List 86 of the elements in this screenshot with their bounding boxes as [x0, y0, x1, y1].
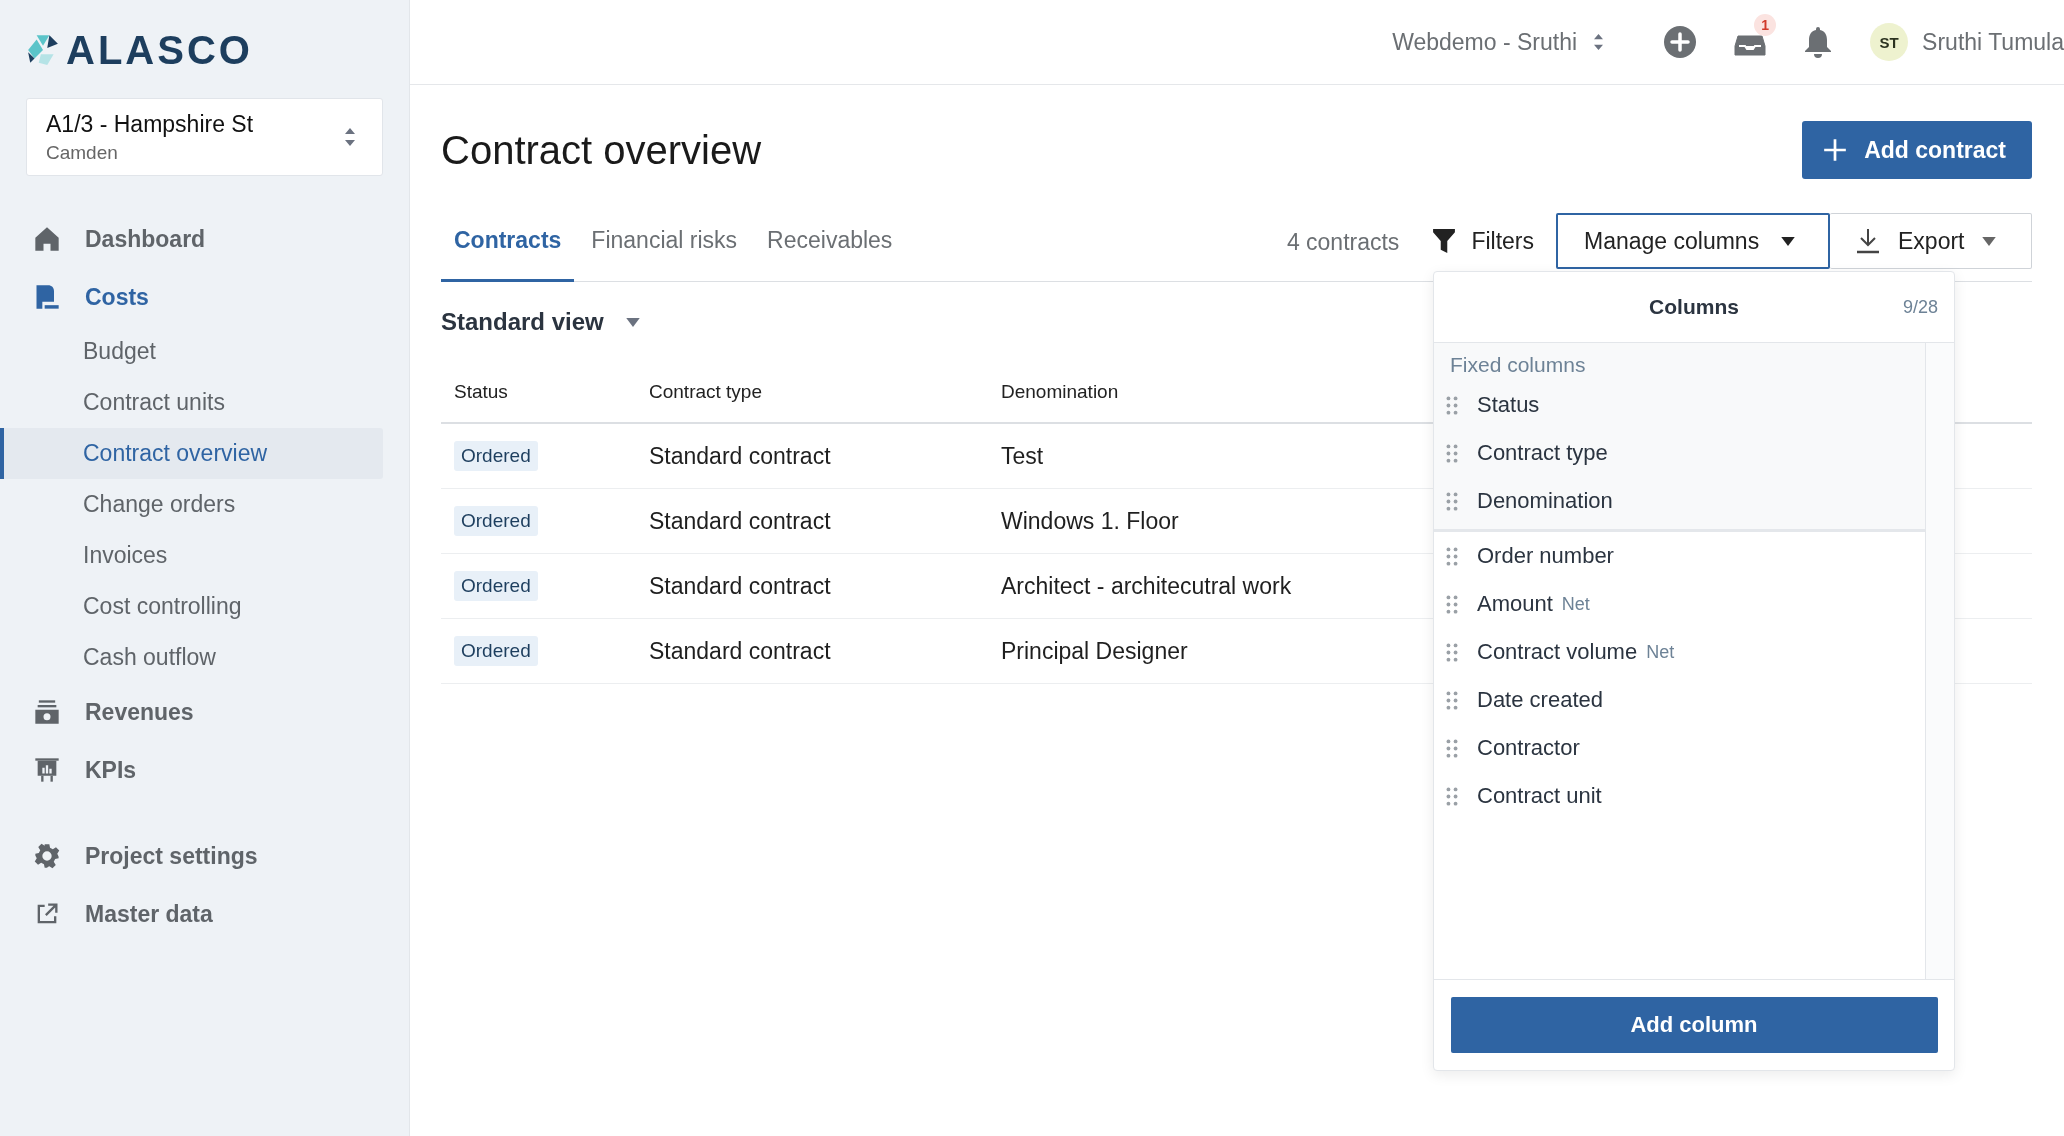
column-item[interactable]: Denomination: [1434, 477, 1925, 525]
drag-handle-icon: [1446, 443, 1458, 463]
user-name[interactable]: Sruthi Tumula: [1922, 28, 2064, 56]
column-item[interactable]: Status: [1434, 381, 1925, 429]
column-note: Net: [1646, 641, 1675, 663]
nav-subitem[interactable]: Budget: [0, 326, 383, 377]
tab[interactable]: Financial risks: [578, 201, 751, 282]
column-header: Contract type: [649, 381, 762, 403]
table-cell: Standard contract: [649, 572, 831, 599]
drag-handle-icon: [1446, 491, 1458, 511]
filters-button[interactable]: Filters: [1433, 213, 1534, 269]
column-item[interactable]: Contractor: [1434, 724, 1925, 772]
plus-icon: [1822, 137, 1849, 163]
nav-subitem[interactable]: Cost controlling: [0, 581, 383, 632]
cash-register-icon: [33, 698, 61, 726]
drag-handle-icon: [1446, 738, 1458, 758]
nav-item[interactable]: KPIs: [26, 741, 383, 799]
nav-item[interactable]: Costs: [26, 268, 383, 326]
status-badge: Ordered: [454, 441, 538, 471]
drag-handle-icon: [1446, 642, 1458, 662]
table-cell: Windows 1. Floor: [1001, 507, 1179, 534]
add-column-button[interactable]: Add column: [1450, 997, 1938, 1053]
logo-text: ALASCO: [66, 27, 253, 73]
nav-item[interactable]: Master data: [26, 885, 383, 943]
settings-icon: [33, 842, 61, 870]
column-item[interactable]: Date created: [1434, 676, 1925, 724]
house-icon: [33, 225, 61, 253]
drag-handle-icon: [1446, 786, 1458, 806]
column-count: 9/28: [1902, 296, 1938, 318]
nav-item[interactable]: Revenues: [26, 683, 383, 741]
project-name: A1/3 - Hampshire St: [46, 110, 254, 138]
column-item[interactable]: Order number: [1434, 532, 1925, 580]
table-cell: Standard contract: [649, 637, 831, 664]
table-cell: Principal Designer: [1001, 637, 1188, 664]
caret-icon: [625, 317, 640, 327]
scrollbar-track[interactable]: [1925, 343, 1954, 979]
page-title: Contract overview: [441, 127, 762, 173]
user-avatar[interactable]: ST: [1870, 23, 1909, 61]
export-button[interactable]: Export: [1830, 213, 2032, 269]
filter-icon: [1433, 229, 1456, 253]
column-header: Denomination: [1001, 381, 1119, 403]
nav-subitem[interactable]: Change orders: [0, 479, 383, 530]
column-item[interactable]: Contract unit: [1434, 772, 1925, 820]
nav-subitem[interactable]: Invoices: [0, 530, 383, 581]
chart-easel-icon: [33, 756, 61, 784]
drag-handle-icon: [1446, 594, 1458, 614]
bell-icon[interactable]: [1804, 26, 1833, 58]
status-badge: Ordered: [454, 571, 538, 601]
nav-subitem[interactable]: Cash outflow: [0, 632, 383, 683]
panel-title: Columns: [1649, 295, 1739, 319]
tab[interactable]: Receivables: [754, 201, 906, 282]
column-item[interactable]: Amount Net: [1434, 580, 1925, 628]
nav-item[interactable]: Project settings: [26, 827, 383, 885]
drag-handle-icon: [1446, 546, 1458, 566]
column-item[interactable]: Contract volume Net: [1434, 628, 1925, 676]
manage-columns-button[interactable]: Manage columns: [1556, 213, 1830, 269]
status-badge: Ordered: [454, 636, 538, 666]
logo-icon: [26, 33, 60, 67]
nav-item[interactable]: Dashboard: [26, 210, 383, 268]
table-cell: Test: [1001, 442, 1044, 469]
column-item[interactable]: Contract type: [1434, 429, 1925, 477]
status-badge: Ordered: [454, 506, 538, 536]
workspace-selector[interactable]: Webdemo - Sruthi: [1392, 28, 1605, 56]
project-location: Camden: [46, 141, 119, 164]
tab[interactable]: Contracts: [441, 201, 575, 282]
table-cell: Standard contract: [649, 507, 831, 534]
caret-icon: [1982, 236, 1997, 246]
contract-count: 4 contracts: [1286, 229, 1400, 256]
table-cell: Architect - architecutral work: [1001, 572, 1292, 599]
nav-subitem[interactable]: Contract units: [0, 377, 383, 428]
caret-icon: [1781, 236, 1796, 246]
notification-badge: 1: [1754, 14, 1777, 36]
add-icon[interactable]: [1664, 26, 1697, 58]
sort-arrows-icon: [1593, 33, 1605, 51]
drag-handle-icon: [1446, 690, 1458, 710]
download-icon: [1856, 228, 1880, 254]
drag-handle-icon: [1446, 395, 1458, 415]
add-contract-button[interactable]: Add contract: [1802, 121, 2032, 179]
project-selector[interactable]: A1/3 - Hampshire St Camden: [26, 98, 383, 176]
sort-arrows-icon: [344, 127, 356, 147]
section-heading: Fixed columns: [1449, 352, 1587, 378]
table-cell: Standard contract: [649, 442, 831, 469]
column-note: Net: [1561, 593, 1590, 615]
view-selector[interactable]: Standard view: [441, 282, 640, 362]
nav-subitem[interactable]: Contract overview: [0, 428, 383, 479]
column-header: Status: [453, 381, 508, 403]
